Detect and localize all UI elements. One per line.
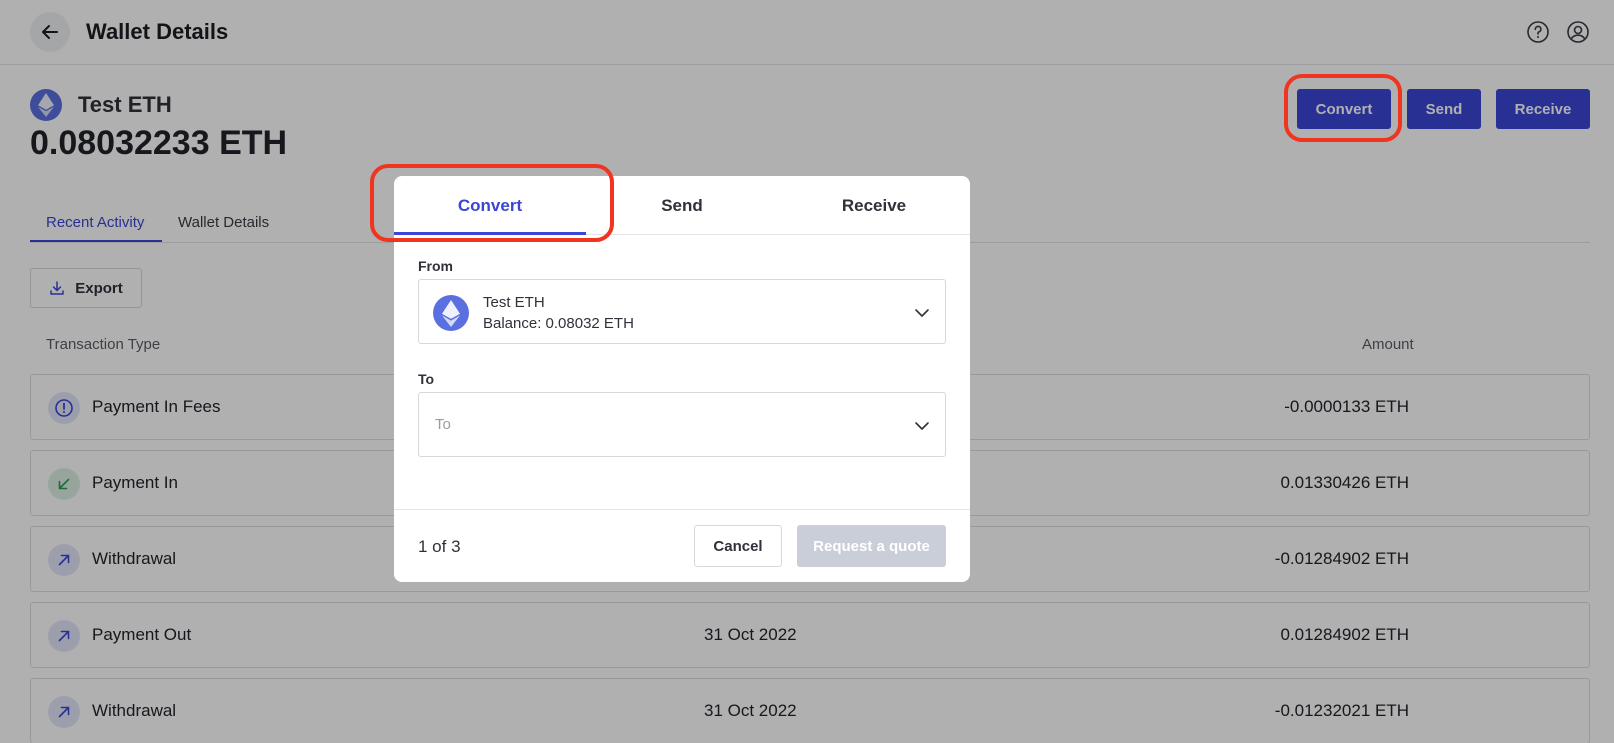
- modal-tab-receive[interactable]: Receive: [778, 176, 970, 235]
- highlight-convert-button: [1284, 74, 1402, 142]
- from-asset-name: Test ETH: [483, 294, 545, 311]
- from-select[interactable]: Test ETH Balance: 0.08032 ETH: [418, 279, 946, 344]
- chevron-down-icon: [915, 422, 929, 430]
- to-label: To: [418, 371, 435, 387]
- request-quote-button[interactable]: Request a quote: [797, 525, 946, 567]
- to-select[interactable]: To: [418, 392, 946, 457]
- highlight-convert-tab: [370, 164, 614, 242]
- to-placeholder: To: [435, 416, 451, 433]
- eth-logo-icon: [433, 295, 469, 331]
- from-label: From: [418, 258, 453, 274]
- chevron-down-icon: [915, 309, 929, 317]
- from-asset-balance: Balance: 0.08032 ETH: [483, 315, 634, 332]
- modal-tab-send[interactable]: Send: [586, 176, 778, 235]
- step-indicator: 1 of 3: [418, 537, 461, 556]
- cancel-button[interactable]: Cancel: [694, 525, 782, 567]
- modal-footer: 1 of 3 Cancel Request a quote: [394, 509, 970, 582]
